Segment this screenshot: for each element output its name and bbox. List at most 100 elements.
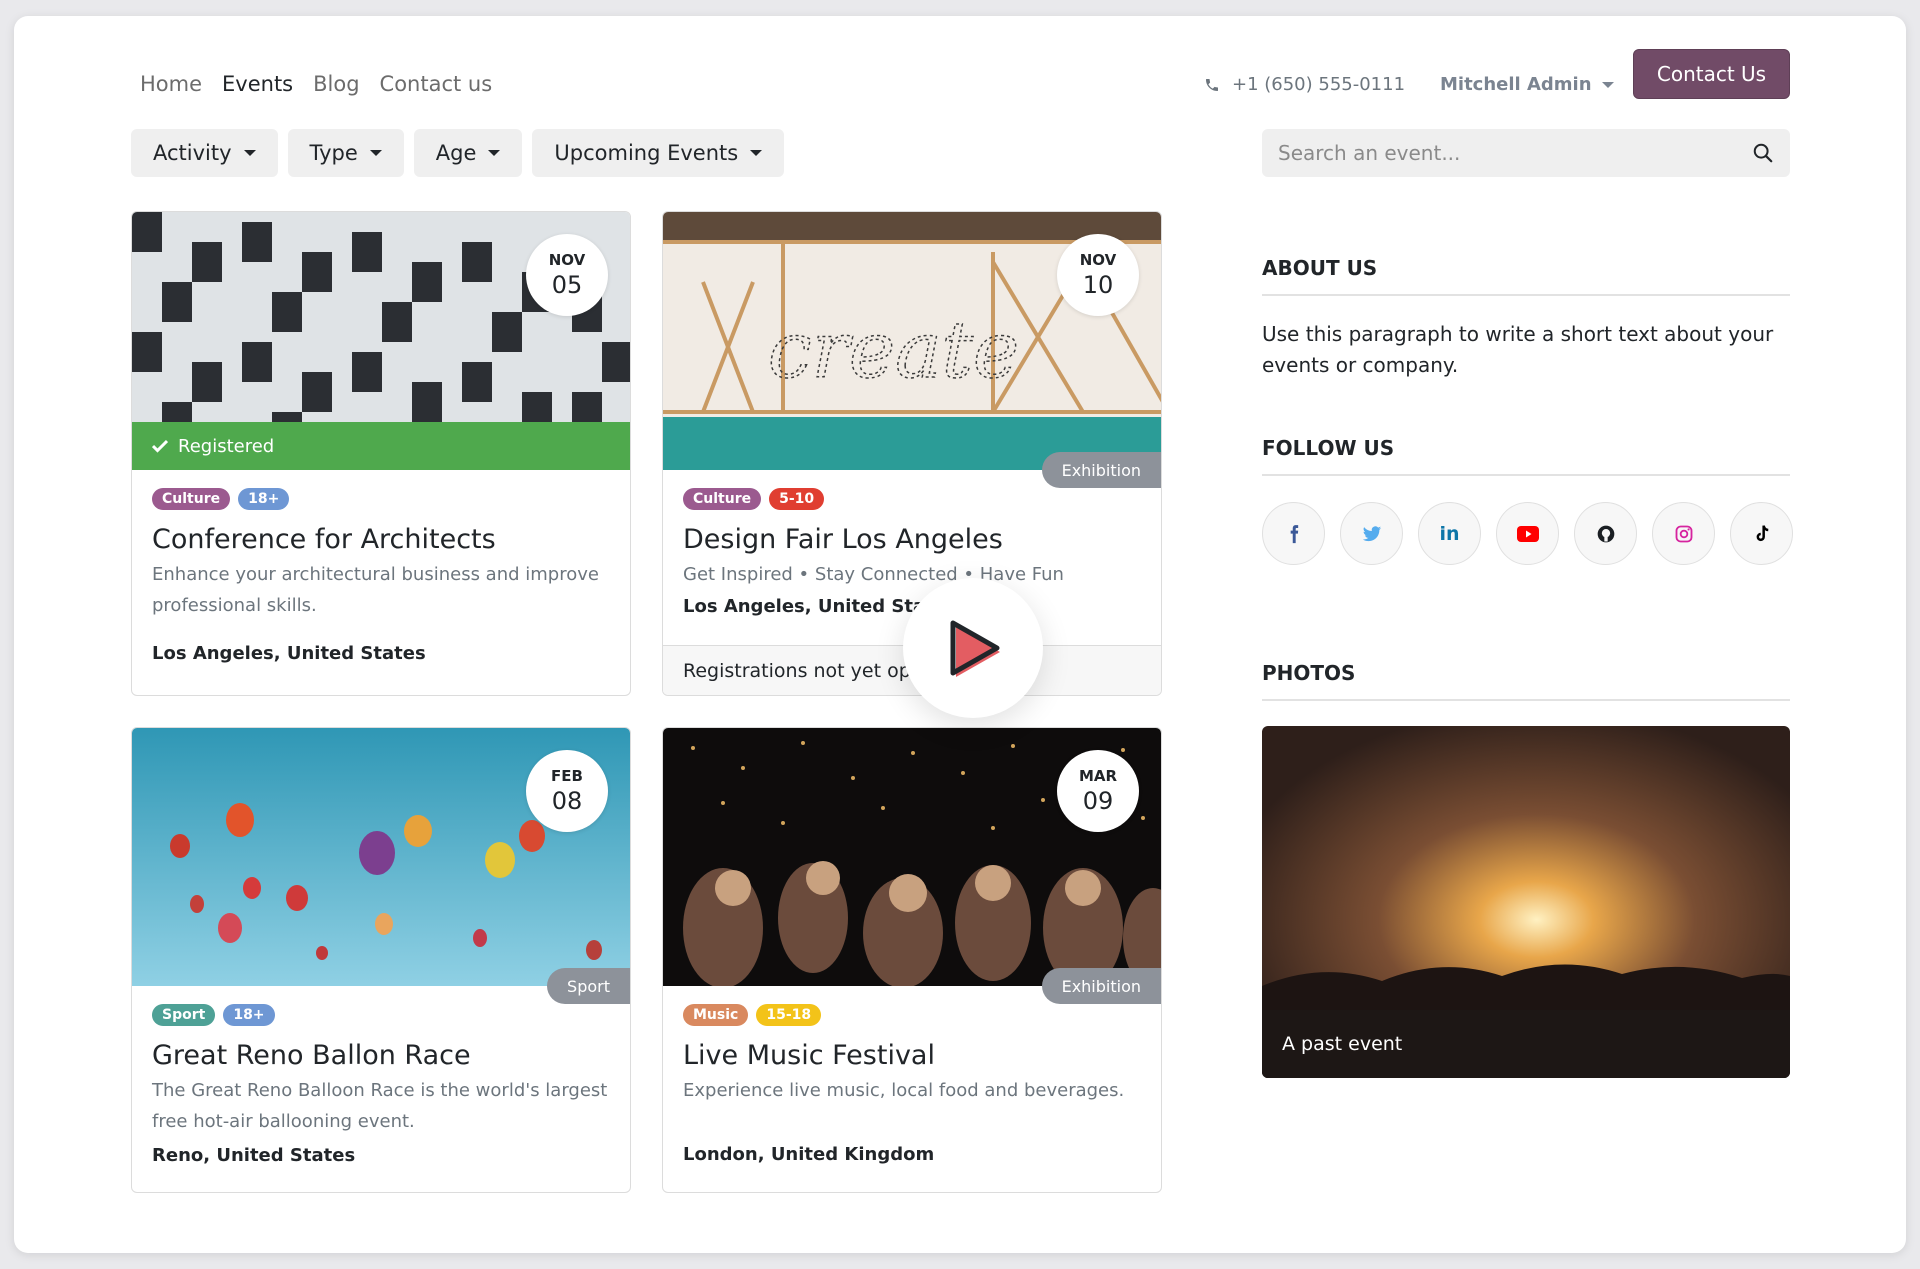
event-card[interactable]: FEB 08 Sport Sport 18+ Great Reno Ballon…: [131, 727, 631, 1193]
nav-blog[interactable]: Blog: [313, 72, 359, 96]
event-card[interactable]: MAR 09 Exhibition Music 15-18 Live Music…: [662, 727, 1162, 1193]
check-icon: [152, 439, 168, 453]
instagram-link[interactable]: [1652, 502, 1715, 565]
tag-badge: Culture: [683, 488, 762, 510]
user-menu[interactable]: Mitchell Admin: [1440, 74, 1614, 95]
date-month: NOV: [548, 251, 586, 269]
about-heading: ABOUT US: [1262, 256, 1790, 296]
card-body: Culture 18+ Conference for Architects En…: [132, 470, 630, 664]
facebook-icon: [1290, 524, 1298, 543]
date-month: NOV: [1079, 251, 1117, 269]
filter-label: Activity: [153, 141, 232, 165]
event-location: Reno, United States: [152, 1145, 356, 1166]
date-day: 09: [1082, 787, 1114, 815]
tag-badge: Music: [683, 1004, 749, 1026]
registered-ribbon: Registered: [132, 422, 630, 470]
date-badge: NOV 05: [526, 234, 608, 316]
tiktok-icon: [1756, 524, 1768, 541]
event-card[interactable]: NOV 05 Registered Culture 18+ Conference…: [131, 211, 631, 696]
tag-badge: 18+: [223, 1004, 275, 1026]
event-description: Enhance your architectural business and …: [152, 564, 599, 616]
filter-bar: Activity Type Age Upcoming Events: [131, 129, 785, 177]
play-icon: [950, 620, 1000, 677]
event-description: Get Inspired • Stay Connected • Have Fun: [683, 564, 1064, 585]
filter-label: Upcoming Events: [554, 141, 739, 165]
phone-number: +1 (650) 555-0111: [1232, 74, 1406, 95]
tag-list: Culture 18+: [152, 488, 610, 510]
nav-contact[interactable]: Contact us: [380, 72, 493, 96]
event-type-tag: Exhibition: [1041, 968, 1161, 1004]
event-image: NOV 05 Registered: [132, 212, 630, 470]
instagram-icon: [1675, 525, 1692, 542]
tiktok-link[interactable]: [1730, 502, 1793, 565]
search-icon[interactable]: [1752, 142, 1774, 164]
tag-badge: 15-18: [756, 1004, 822, 1026]
date-day: 10: [1082, 271, 1114, 299]
social-links: in: [1262, 502, 1793, 565]
tag-list: Culture 5-10: [683, 488, 1141, 510]
filter-type[interactable]: Type: [287, 129, 404, 177]
follow-heading: FOLLOW US: [1262, 436, 1790, 476]
user-name: Mitchell Admin: [1440, 74, 1592, 95]
event-title[interactable]: Great Reno Ballon Race: [152, 1040, 610, 1071]
github-icon: [1597, 525, 1614, 542]
youtube-link[interactable]: [1496, 502, 1559, 565]
filter-activity[interactable]: Activity: [131, 129, 278, 177]
contact-us-button[interactable]: Contact Us: [1633, 49, 1790, 99]
card-body: Music 15-18 Live Music Festival Experien…: [663, 986, 1161, 1165]
event-title[interactable]: Live Music Festival: [683, 1040, 1141, 1071]
linkedin-icon: in: [1439, 522, 1460, 545]
twitter-icon: [1362, 525, 1381, 541]
linkedin-link[interactable]: in: [1418, 502, 1481, 565]
event-title[interactable]: Design Fair Los Angeles: [683, 524, 1141, 555]
chevron-down-icon: [1601, 81, 1614, 88]
event-type-tag: Sport: [547, 968, 630, 1004]
registered-label: Registered: [178, 435, 275, 457]
date-day: 08: [551, 787, 583, 815]
tag-list: Music 15-18: [683, 1004, 1141, 1026]
event-location: London, United Kingdom: [683, 1144, 935, 1165]
event-image: create NOV 10 Exhibition: [663, 212, 1161, 488]
event-type-tag: Exhibition: [1041, 452, 1161, 488]
event-description: The Great Reno Balloon Race is the world…: [152, 1080, 608, 1132]
past-event-photo[interactable]: A past event: [1262, 726, 1790, 1078]
github-link[interactable]: [1574, 502, 1637, 565]
filter-upcoming[interactable]: Upcoming Events: [532, 129, 785, 177]
phone-icon: [1206, 78, 1218, 91]
nav-home[interactable]: Home: [140, 72, 202, 96]
twitter-link[interactable]: [1340, 502, 1403, 565]
filter-label: Type: [309, 141, 358, 165]
page-frame: Home Events Blog Contact us +1 (650) 555…: [14, 16, 1906, 1253]
event-image: MAR 09 Exhibition: [663, 728, 1161, 1004]
nav-events[interactable]: Events: [222, 72, 293, 96]
tag-badge: Culture: [152, 488, 231, 510]
facebook-link[interactable]: [1262, 502, 1325, 565]
photo-caption: A past event: [1262, 1010, 1790, 1078]
chevron-down-icon: [243, 150, 256, 156]
date-month: MAR: [1078, 767, 1118, 785]
filter-age[interactable]: Age: [413, 129, 523, 177]
about-text: Use this paragraph to write a short text…: [1262, 322, 1774, 377]
card-body: Sport 18+ Great Reno Ballon Race The Gre…: [132, 986, 630, 1166]
date-month: FEB: [551, 767, 583, 785]
tag-list: Sport 18+: [152, 1004, 610, 1026]
chevron-down-icon: [750, 150, 763, 156]
youtube-icon: [1516, 525, 1539, 542]
event-description: Experience live music, local food and be…: [683, 1080, 1125, 1101]
phone-info[interactable]: +1 (650) 555-0111: [1204, 74, 1405, 95]
event-location: Los Angeles, United States: [152, 643, 426, 664]
chevron-down-icon: [369, 150, 382, 156]
play-video-button[interactable]: [903, 578, 1043, 718]
event-search: [1262, 129, 1790, 177]
tag-badge: 18+: [238, 488, 290, 510]
svg-text:create: create: [768, 306, 1019, 396]
chevron-down-icon: [488, 150, 501, 156]
date-badge: NOV 10: [1057, 234, 1139, 316]
photos-heading: PHOTOS: [1262, 661, 1790, 701]
tag-badge: Sport: [152, 1004, 216, 1026]
top-nav: Home Events Blog Contact us: [140, 72, 492, 96]
event-title[interactable]: Conference for Architects: [152, 524, 610, 555]
search-input[interactable]: [1278, 141, 1752, 165]
date-badge: FEB 08: [526, 750, 608, 832]
filter-label: Age: [435, 141, 477, 165]
